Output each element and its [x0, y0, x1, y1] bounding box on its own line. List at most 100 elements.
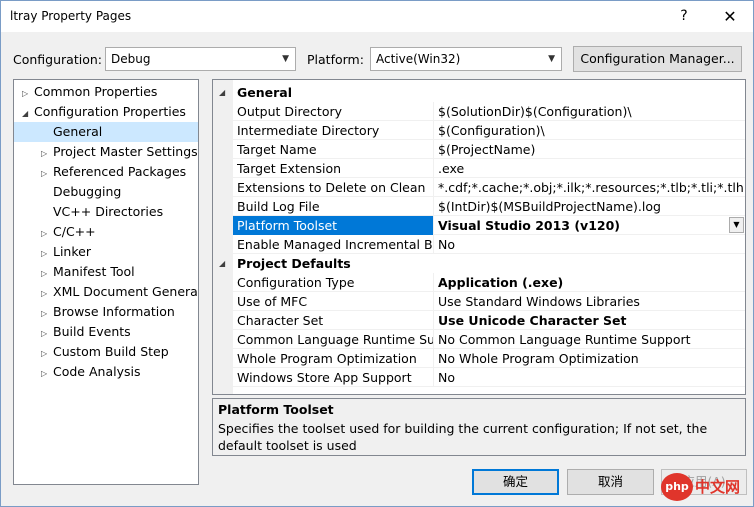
category-header[interactable]: ◢ General [213, 83, 745, 102]
column-divider[interactable] [433, 121, 434, 140]
column-divider[interactable] [433, 216, 434, 235]
expand-arrow-icon[interactable]: ▷ [41, 324, 53, 344]
expand-arrow-icon[interactable]: ▷ [41, 164, 53, 184]
tree-item-common-properties[interactable]: ▷ Common Properties [22, 82, 157, 102]
property-value[interactable]: $(IntDir)$(MSBuildProjectName).log [438, 197, 743, 216]
property-row[interactable]: Whole Program Optimization No Whole Progr… [233, 349, 745, 368]
expand-arrow-icon[interactable]: ▷ [41, 144, 53, 164]
property-row[interactable]: Extensions to Delete on Clean *.cdf;*.cac… [233, 178, 745, 197]
property-value[interactable]: Use Standard Windows Libraries [438, 292, 743, 311]
tree-item-general[interactable]: General [14, 122, 198, 142]
property-row[interactable]: Platform Toolset Visual Studio 2013 (v120… [233, 216, 745, 235]
column-divider[interactable] [433, 311, 434, 330]
tree-item-vc-directories[interactable]: VC++ Directories [41, 202, 163, 222]
collapse-arrow-icon[interactable]: ◢ [22, 104, 34, 124]
cancel-button[interactable]: 取消 [567, 469, 654, 495]
property-value[interactable]: $(Configuration)\ [438, 121, 743, 140]
column-divider[interactable] [433, 140, 434, 159]
configuration-manager-button[interactable]: Configuration Manager... [573, 46, 742, 72]
property-name: Output Directory [237, 104, 343, 119]
column-divider[interactable] [433, 102, 434, 121]
property-value[interactable]: $(SolutionDir)$(Configuration)\ [438, 102, 743, 121]
property-tree: ▷ Common Properties ◢ Configuration Propert… [13, 79, 199, 485]
property-row[interactable]: Output Directory $(SolutionDir)$(Configur… [233, 102, 745, 121]
platform-value: Active(Win32) [376, 52, 461, 66]
platform-dropdown[interactable]: Active(Win32) ▼ [370, 47, 562, 71]
column-divider[interactable] [433, 235, 434, 254]
tree-item-custom-build-step[interactable]: ▷ Custom Build Step [41, 342, 169, 362]
watermark-logo: php 中文网 [661, 471, 751, 503]
column-divider[interactable] [433, 368, 434, 387]
ok-button[interactable]: 确定 [472, 469, 559, 495]
property-name: Use of MFC [237, 294, 308, 309]
collapse-arrow-icon[interactable]: ◢ [219, 83, 225, 102]
property-row[interactable]: Common Language Runtime Supp No Common La… [233, 330, 745, 349]
tree-item-build-events[interactable]: ▷ Build Events [41, 322, 131, 342]
property-row[interactable]: Character Set Use Unicode Character Set [233, 311, 745, 330]
column-divider[interactable] [433, 273, 434, 292]
tree-item-browse-information[interactable]: ▷ Browse Information [41, 302, 175, 322]
tree-item-manifest-tool[interactable]: ▷ Manifest Tool [41, 262, 135, 282]
property-row[interactable]: Intermediate Directory $(Configuration)\ [233, 121, 745, 140]
property-value[interactable]: No [438, 235, 743, 254]
configuration-dropdown[interactable]: Debug ▼ [105, 47, 296, 71]
property-value[interactable]: $(ProjectName) [438, 140, 743, 159]
property-row[interactable]: Target Name $(ProjectName) [233, 140, 745, 159]
property-row[interactable]: Windows Store App Support No [233, 368, 745, 387]
tree-item-referenced-packages[interactable]: ▷ Referenced Packages [41, 162, 186, 182]
tree-item-label: C/C++ [53, 224, 96, 239]
tree-item-debugging[interactable]: Debugging [41, 182, 121, 202]
property-row[interactable]: Enable Managed Incremental Buil No [233, 235, 745, 254]
property-value[interactable]: *.cdf;*.cache;*.obj;*.ilk;*.resources;*.… [438, 178, 743, 197]
column-divider[interactable] [433, 292, 434, 311]
expand-arrow-icon[interactable]: ▷ [22, 84, 34, 104]
expand-arrow-icon[interactable]: ▷ [41, 304, 53, 324]
property-value[interactable]: Application (.exe) [438, 273, 743, 292]
tree-item-configuration-properties[interactable]: ◢ Configuration Properties [22, 102, 186, 122]
property-name: Intermediate Directory [237, 123, 380, 138]
column-divider[interactable] [433, 330, 434, 349]
watermark-logo-mark: php [661, 473, 693, 501]
category-label: Project Defaults [237, 256, 351, 271]
property-row[interactable]: Build Log File $(IntDir)$(MSBuildProjectN… [233, 197, 745, 216]
property-value[interactable]: .exe [438, 159, 743, 178]
expand-arrow-icon[interactable]: ▷ [41, 364, 53, 384]
tree-item-label: Browse Information [53, 304, 175, 319]
column-divider[interactable] [433, 178, 434, 197]
description-panel: Platform Toolset Specifies the toolset u… [212, 398, 746, 456]
property-row[interactable]: Configuration Type Application (.exe) [233, 273, 745, 292]
property-row[interactable]: Use of MFC Use Standard Windows Libraries [233, 292, 745, 311]
close-button[interactable]: ✕ [707, 1, 753, 32]
column-divider[interactable] [433, 197, 434, 216]
collapse-arrow-icon[interactable]: ◢ [219, 254, 225, 273]
property-value[interactable]: Use Unicode Character Set [438, 311, 743, 330]
column-divider[interactable] [433, 349, 434, 368]
tree-item-label: VC++ Directories [53, 204, 164, 219]
tree-item-code-analysis[interactable]: ▷ Code Analysis [41, 362, 140, 382]
property-name: Target Name [237, 142, 317, 157]
property-name: Whole Program Optimization [237, 351, 417, 366]
tree-item-xml-document-generat[interactable]: ▷ XML Document Generat [41, 282, 198, 304]
expand-arrow-icon[interactable]: ▷ [41, 244, 53, 264]
category-label: General [237, 85, 292, 100]
tree-item-linker[interactable]: ▷ Linker [41, 242, 91, 262]
expand-arrow-icon[interactable]: ▷ [41, 224, 53, 244]
tree-item-label: Common Properties [34, 84, 158, 99]
property-value[interactable]: No Common Language Runtime Support [438, 330, 743, 349]
property-value[interactable]: No Whole Program Optimization [438, 349, 743, 368]
help-button[interactable]: ? [661, 1, 707, 32]
expand-arrow-icon[interactable]: ▷ [41, 264, 53, 284]
expand-arrow-icon[interactable]: ▷ [41, 284, 53, 304]
property-grid: ◢ General Output Directory $(SolutionDir)$(… [212, 79, 746, 395]
chevron-down-icon[interactable]: ▼ [729, 217, 744, 233]
column-divider[interactable] [433, 159, 434, 178]
tree-item-label: Build Events [53, 324, 131, 339]
property-value[interactable]: Visual Studio 2013 (v120) [438, 216, 743, 235]
property-value[interactable]: No [438, 368, 743, 387]
tree-item-c-c[interactable]: ▷ C/C++ [41, 222, 96, 242]
expand-arrow-icon[interactable]: ▷ [41, 344, 53, 364]
category-header[interactable]: ◢ Project Defaults [213, 254, 745, 273]
tree-item-project-master-settings[interactable]: ▷ Project Master Settings [41, 142, 198, 162]
tree-item-label: Code Analysis [53, 364, 141, 379]
property-row[interactable]: Target Extension .exe [233, 159, 745, 178]
